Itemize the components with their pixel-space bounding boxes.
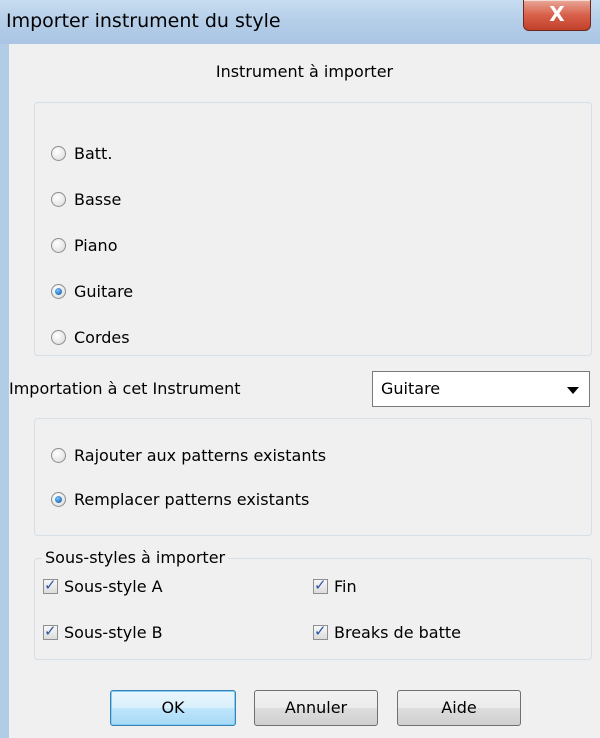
- substyles-legend: Sous-styles à importer: [42, 548, 229, 567]
- radio-button[interactable]: [51, 191, 66, 207]
- radio-button[interactable]: [51, 447, 66, 463]
- checkbox[interactable]: [313, 576, 328, 594]
- radio-label: Remplacer patterns existants: [74, 489, 310, 509]
- window-title: Importer instrument du style: [6, 10, 281, 32]
- radio-button[interactable]: [51, 237, 66, 253]
- checkbox-label: Fin: [334, 576, 357, 596]
- checkbox[interactable]: [43, 622, 58, 640]
- radio-label: Cordes: [74, 327, 130, 347]
- radio-button-selected[interactable]: [51, 283, 66, 299]
- radio-label: Basse: [74, 189, 122, 209]
- substyles-group: Sous-styles à importer Sous-style A Fin …: [34, 548, 592, 660]
- checkbox-label: Sous-style B: [64, 622, 163, 642]
- checkbox[interactable]: [43, 576, 58, 594]
- target-instrument-label: Importation à cet Instrument: [9, 379, 241, 398]
- checkbox[interactable]: [313, 622, 328, 640]
- checkbox-label: Breaks de batte: [334, 622, 461, 642]
- radio-button[interactable]: [51, 145, 66, 161]
- radio-option-replace[interactable]: Remplacer patterns existants: [51, 487, 309, 511]
- title-bar[interactable]: Importer instrument du style X: [0, 0, 600, 45]
- radio-option-basse[interactable]: Basse: [51, 187, 121, 211]
- radio-option-piano[interactable]: Piano: [51, 233, 117, 257]
- target-instrument-select[interactable]: Guitare: [372, 371, 590, 407]
- radio-label: Rajouter aux patterns existants: [74, 445, 327, 465]
- checkbox-substyle-b[interactable]: Sous-style B: [43, 620, 163, 644]
- close-icon: X: [549, 2, 565, 26]
- chevron-down-icon[interactable]: [567, 387, 579, 394]
- dialog-window: Importer instrument du style X Instrumen…: [0, 0, 600, 738]
- radio-label: Piano: [74, 235, 118, 255]
- radio-label: Guitare: [74, 281, 134, 301]
- checkbox-label: Sous-style A: [64, 576, 163, 596]
- radio-button-selected[interactable]: [51, 491, 66, 507]
- checkbox-drum-breaks[interactable]: Breaks de batte: [313, 620, 461, 644]
- radio-option-batt[interactable]: Batt.: [51, 141, 112, 165]
- close-button[interactable]: X: [523, 0, 591, 31]
- select-value: Guitare: [381, 379, 441, 398]
- dialog-client-area: Instrument à importer Batt. Basse Piano …: [9, 44, 600, 738]
- radio-option-guitare[interactable]: Guitare: [51, 279, 133, 303]
- radio-label: Batt.: [74, 143, 113, 163]
- radio-option-cordes[interactable]: Cordes: [51, 325, 130, 349]
- import-mode-group: Rajouter aux patterns existants Remplace…: [34, 418, 592, 536]
- checkbox-substyle-a[interactable]: Sous-style A: [43, 574, 163, 598]
- instrument-group: Batt. Basse Piano Guitare Cordes: [34, 102, 592, 356]
- radio-option-append[interactable]: Rajouter aux patterns existants: [51, 443, 326, 467]
- radio-button[interactable]: [51, 329, 66, 345]
- instrument-heading: Instrument à importer: [215, 62, 394, 81]
- checkbox-fin[interactable]: Fin: [313, 574, 357, 598]
- ok-button[interactable]: OK: [110, 690, 236, 726]
- help-button[interactable]: Aide: [397, 690, 521, 726]
- cancel-button[interactable]: Annuler: [254, 690, 378, 726]
- window-frame-left: [0, 44, 9, 738]
